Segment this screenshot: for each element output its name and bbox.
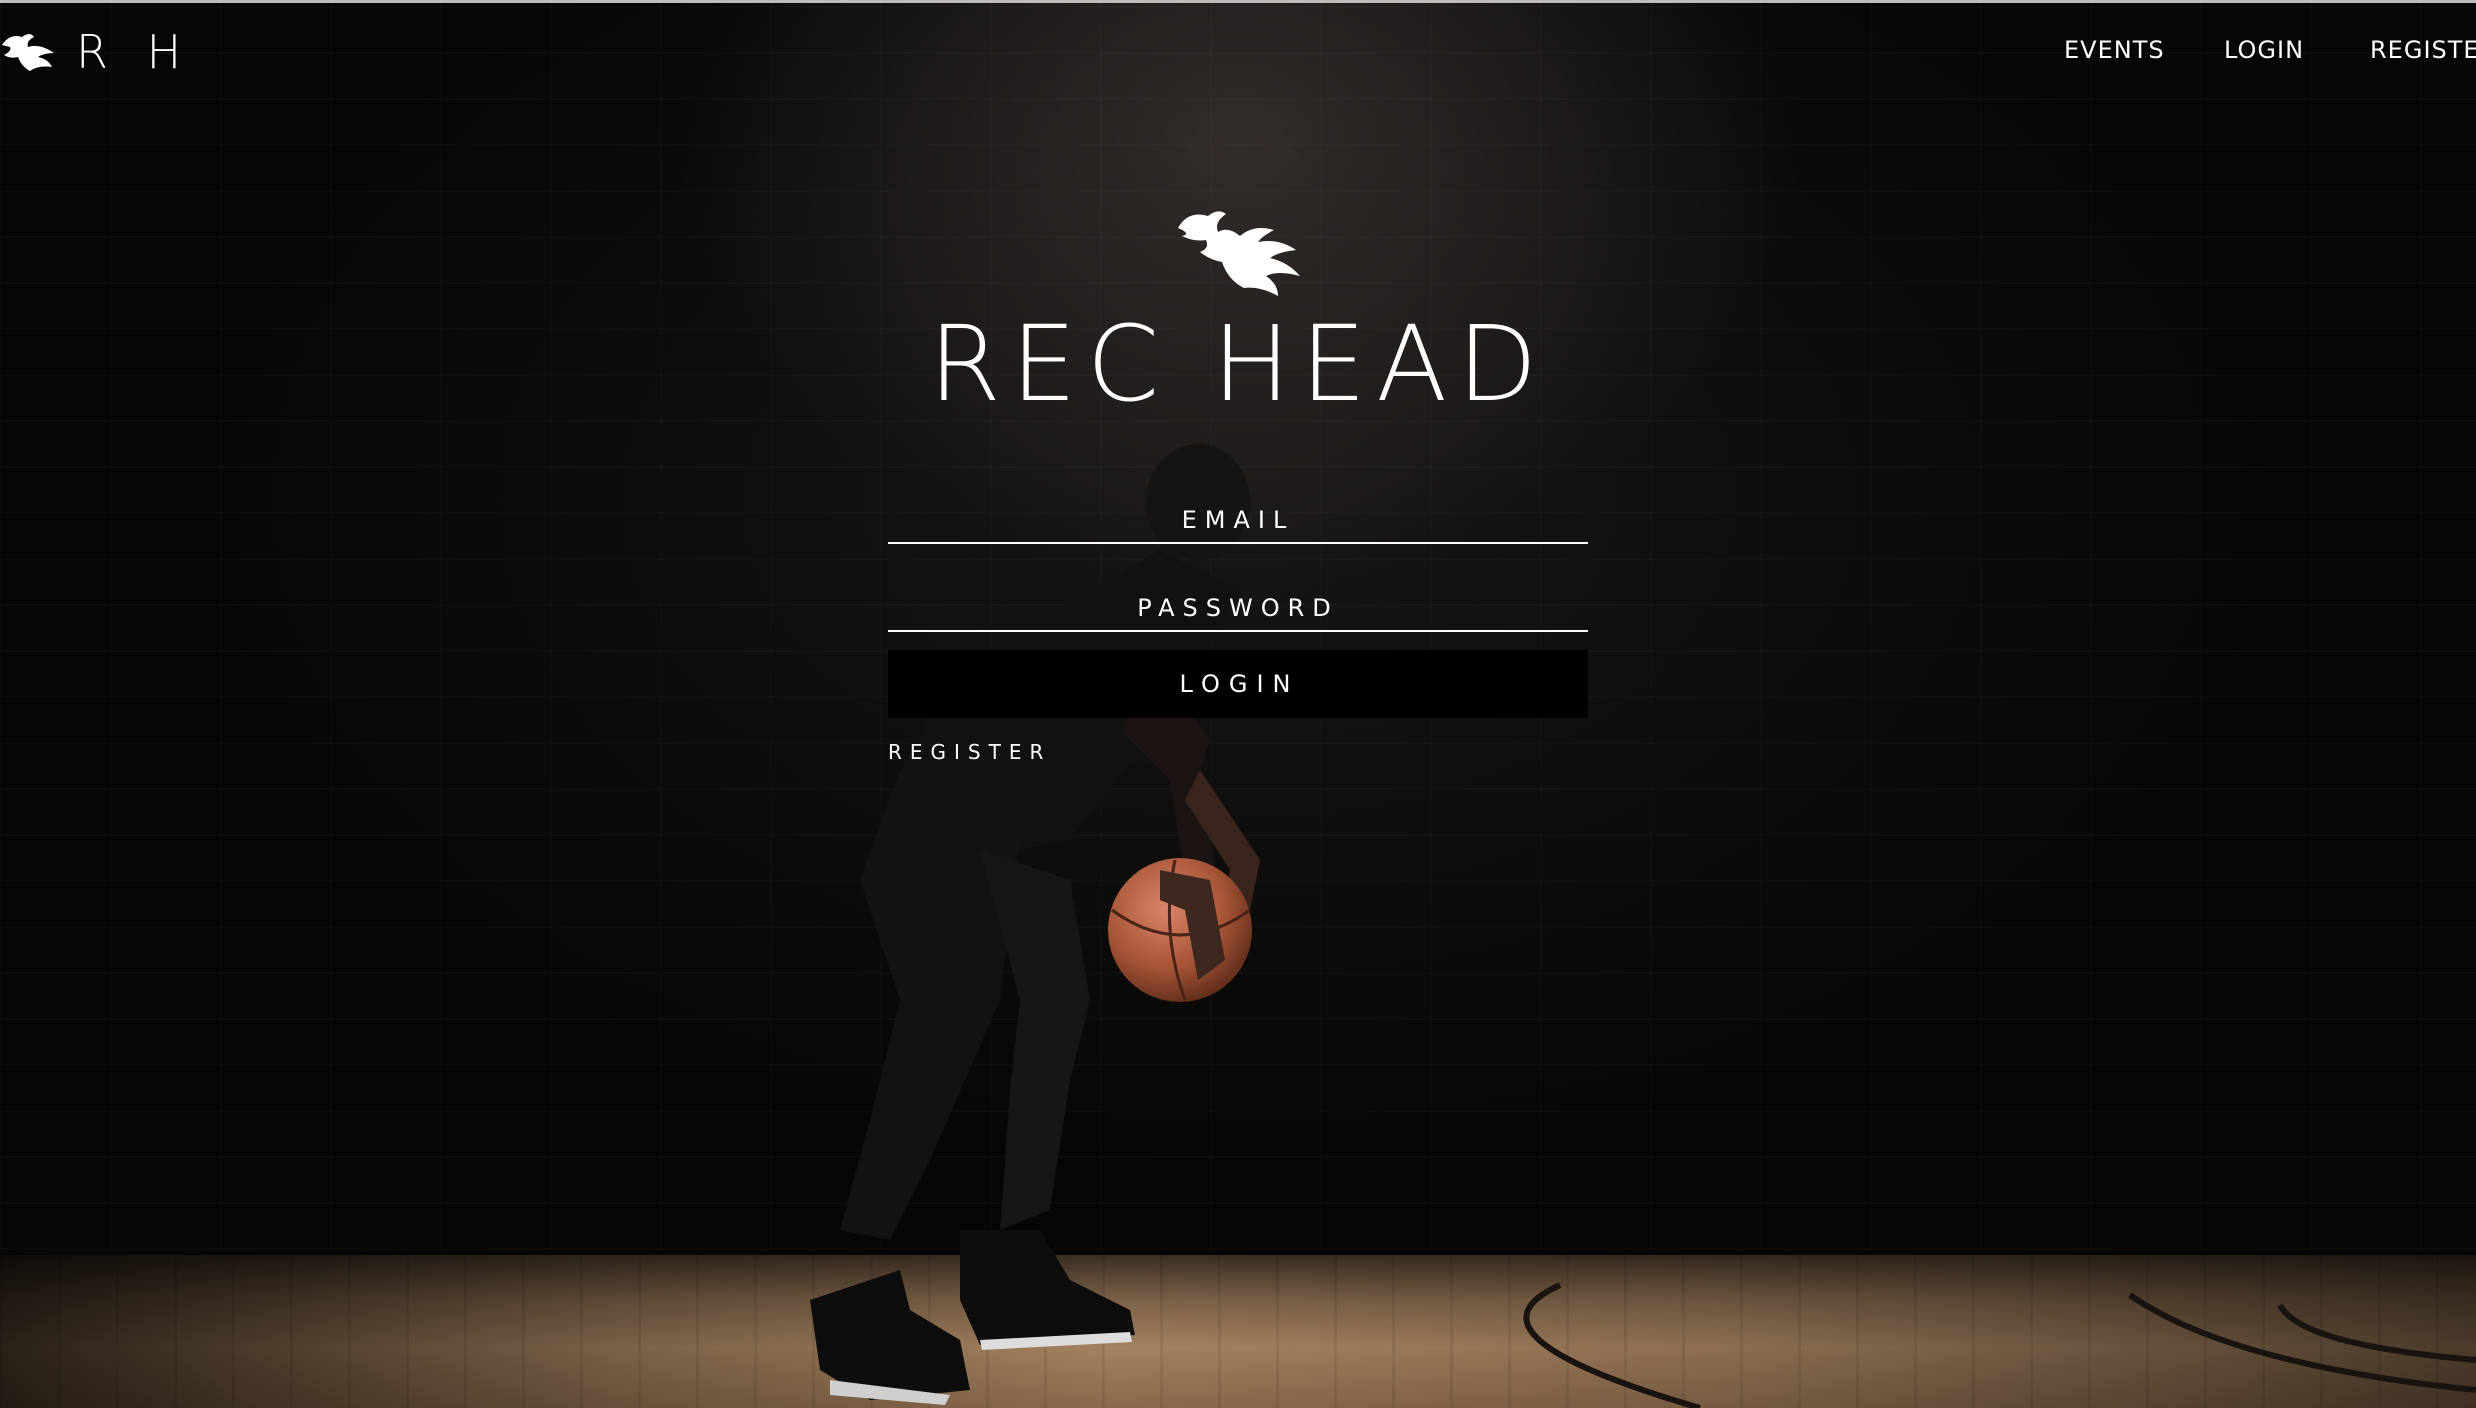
nav-register-link[interactable]: REGISTER xyxy=(2370,36,2476,64)
email-field-wrapper xyxy=(888,480,1588,544)
page: R H EVENTS LOGIN REGISTER REC HEAD LOGIN… xyxy=(0,0,2476,1408)
login-form: LOGIN REGISTER xyxy=(888,480,1588,764)
password-field-wrapper xyxy=(888,568,1588,632)
brand[interactable]: R H xyxy=(0,22,193,82)
nav-events-link[interactable]: EVENTS xyxy=(2064,36,2165,64)
page-title: REC HEAD xyxy=(928,303,1548,425)
brand-initials: R H xyxy=(76,25,194,79)
email-field[interactable] xyxy=(888,480,1588,542)
password-field[interactable] xyxy=(888,568,1588,630)
nav-login-link[interactable]: LOGIN xyxy=(2224,36,2304,64)
top-edge-line xyxy=(0,0,2476,3)
login-button[interactable]: LOGIN xyxy=(888,650,1588,718)
register-link[interactable]: REGISTER xyxy=(888,740,1051,764)
phoenix-bird-icon xyxy=(2,34,54,71)
phoenix-bird-icon xyxy=(1178,211,1300,296)
